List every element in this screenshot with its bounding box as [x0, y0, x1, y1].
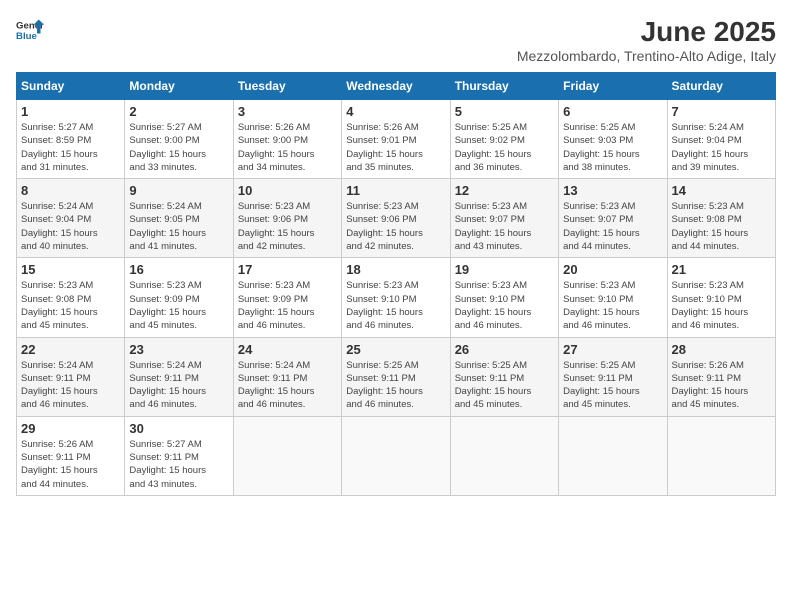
table-row: 13Sunrise: 5:23 AMSunset: 9:07 PMDayligh… [559, 179, 667, 258]
table-row: 12Sunrise: 5:23 AMSunset: 9:07 PMDayligh… [450, 179, 558, 258]
calendar-subtitle: Mezzolombardo, Trentino-Alto Adige, Ital… [517, 48, 776, 64]
table-row [450, 416, 558, 495]
header-saturday: Saturday [667, 73, 775, 100]
table-row: 28Sunrise: 5:26 AMSunset: 9:11 PMDayligh… [667, 337, 775, 416]
logo: General Blue [16, 16, 44, 44]
table-row: 20Sunrise: 5:23 AMSunset: 9:10 PMDayligh… [559, 258, 667, 337]
table-row: 22Sunrise: 5:24 AMSunset: 9:11 PMDayligh… [17, 337, 125, 416]
table-row: 5Sunrise: 5:25 AMSunset: 9:02 PMDaylight… [450, 100, 558, 179]
header-friday: Friday [559, 73, 667, 100]
table-row: 24Sunrise: 5:24 AMSunset: 9:11 PMDayligh… [233, 337, 341, 416]
header-tuesday: Tuesday [233, 73, 341, 100]
table-row [667, 416, 775, 495]
table-row: 19Sunrise: 5:23 AMSunset: 9:10 PMDayligh… [450, 258, 558, 337]
table-row: 7Sunrise: 5:24 AMSunset: 9:04 PMDaylight… [667, 100, 775, 179]
table-row: 2Sunrise: 5:27 AMSunset: 9:00 PMDaylight… [125, 100, 233, 179]
table-row: 3Sunrise: 5:26 AMSunset: 9:00 PMDaylight… [233, 100, 341, 179]
svg-text:Blue: Blue [16, 31, 37, 42]
table-row: 1Sunrise: 5:27 AMSunset: 8:59 PMDaylight… [17, 100, 125, 179]
table-row: 26Sunrise: 5:25 AMSunset: 9:11 PMDayligh… [450, 337, 558, 416]
table-row: 23Sunrise: 5:24 AMSunset: 9:11 PMDayligh… [125, 337, 233, 416]
table-row: 29Sunrise: 5:26 AMSunset: 9:11 PMDayligh… [17, 416, 125, 495]
table-row: 21Sunrise: 5:23 AMSunset: 9:10 PMDayligh… [667, 258, 775, 337]
table-row: 11Sunrise: 5:23 AMSunset: 9:06 PMDayligh… [342, 179, 450, 258]
page-header: General Blue June 2025 Mezzolombardo, Tr… [16, 16, 776, 64]
calendar-title: June 2025 [517, 16, 776, 48]
calendar-header-row: Sunday Monday Tuesday Wednesday Thursday… [17, 73, 776, 100]
table-row: 27Sunrise: 5:25 AMSunset: 9:11 PMDayligh… [559, 337, 667, 416]
logo-icon: General Blue [16, 16, 44, 44]
table-row: 10Sunrise: 5:23 AMSunset: 9:06 PMDayligh… [233, 179, 341, 258]
table-row: 17Sunrise: 5:23 AMSunset: 9:09 PMDayligh… [233, 258, 341, 337]
table-row: 16Sunrise: 5:23 AMSunset: 9:09 PMDayligh… [125, 258, 233, 337]
calendar-table: Sunday Monday Tuesday Wednesday Thursday… [16, 72, 776, 496]
table-row: 4Sunrise: 5:26 AMSunset: 9:01 PMDaylight… [342, 100, 450, 179]
header-sunday: Sunday [17, 73, 125, 100]
header-thursday: Thursday [450, 73, 558, 100]
table-row: 30Sunrise: 5:27 AMSunset: 9:11 PMDayligh… [125, 416, 233, 495]
table-row: 6Sunrise: 5:25 AMSunset: 9:03 PMDaylight… [559, 100, 667, 179]
table-row: 14Sunrise: 5:23 AMSunset: 9:08 PMDayligh… [667, 179, 775, 258]
table-row: 8Sunrise: 5:24 AMSunset: 9:04 PMDaylight… [17, 179, 125, 258]
table-row [559, 416, 667, 495]
header-monday: Monday [125, 73, 233, 100]
table-row: 9Sunrise: 5:24 AMSunset: 9:05 PMDaylight… [125, 179, 233, 258]
table-row [233, 416, 341, 495]
table-row: 15Sunrise: 5:23 AMSunset: 9:08 PMDayligh… [17, 258, 125, 337]
table-row: 18Sunrise: 5:23 AMSunset: 9:10 PMDayligh… [342, 258, 450, 337]
title-area: June 2025 Mezzolombardo, Trentino-Alto A… [517, 16, 776, 64]
table-row: 25Sunrise: 5:25 AMSunset: 9:11 PMDayligh… [342, 337, 450, 416]
table-row [342, 416, 450, 495]
header-wednesday: Wednesday [342, 73, 450, 100]
